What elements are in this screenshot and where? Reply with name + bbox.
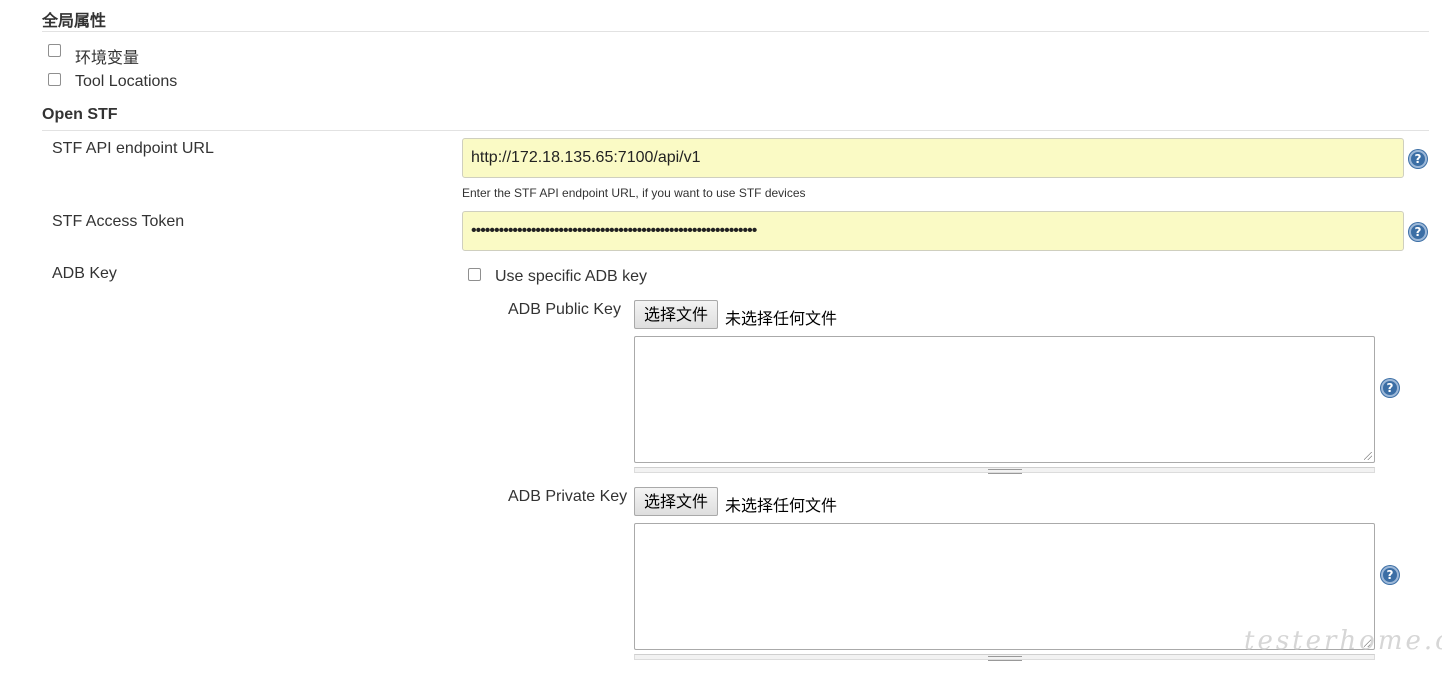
global-properties-heading: 全局属性: [42, 13, 107, 30]
adb-private-key-label: ADB Private Key: [508, 488, 628, 505]
drag-handle-icon: [987, 656, 1022, 661]
public-key-drag-bar[interactable]: [634, 467, 1375, 474]
public-key-resize-grip[interactable]: [1364, 452, 1372, 460]
adb-public-key-textarea[interactable]: [634, 336, 1375, 463]
stf-endpoint-input[interactable]: [462, 138, 1404, 178]
section-divider: [42, 130, 1429, 131]
section-divider: [42, 31, 1429, 32]
help-icon[interactable]: ?: [1381, 566, 1399, 584]
choose-public-key-file-button[interactable]: 选择文件: [634, 300, 719, 329]
tool-locations-label: Tool Locations: [75, 73, 178, 90]
env-vars-checkbox[interactable]: [48, 44, 61, 57]
public-key-file-status: 未选择任何文件: [725, 309, 838, 328]
stf-token-label: STF Access Token: [52, 213, 185, 230]
private-key-file-status: 未选择任何文件: [725, 496, 838, 515]
open-stf-heading: Open STF: [42, 106, 118, 123]
use-specific-adb-key-label: Use specific ADB key: [495, 268, 648, 285]
env-vars-label: 环境变量: [75, 50, 140, 67]
adb-public-key-label: ADB Public Key: [508, 301, 621, 318]
stf-endpoint-hint: Enter the STF API endpoint URL, if you w…: [462, 186, 806, 200]
help-icon[interactable]: ?: [1409, 150, 1427, 168]
help-icon[interactable]: ?: [1409, 223, 1427, 241]
help-icon[interactable]: ?: [1381, 379, 1399, 397]
choose-private-key-file-button[interactable]: 选择文件: [634, 487, 719, 516]
watermark: testerhome.com: [1244, 626, 1442, 656]
drag-handle-icon: [987, 469, 1022, 474]
use-specific-adb-key-checkbox[interactable]: [468, 268, 481, 281]
tool-locations-checkbox[interactable]: [48, 73, 61, 86]
stf-endpoint-label: STF API endpoint URL: [52, 140, 214, 157]
adb-key-label: ADB Key: [52, 265, 117, 282]
stf-token-input[interactable]: [462, 211, 1404, 251]
